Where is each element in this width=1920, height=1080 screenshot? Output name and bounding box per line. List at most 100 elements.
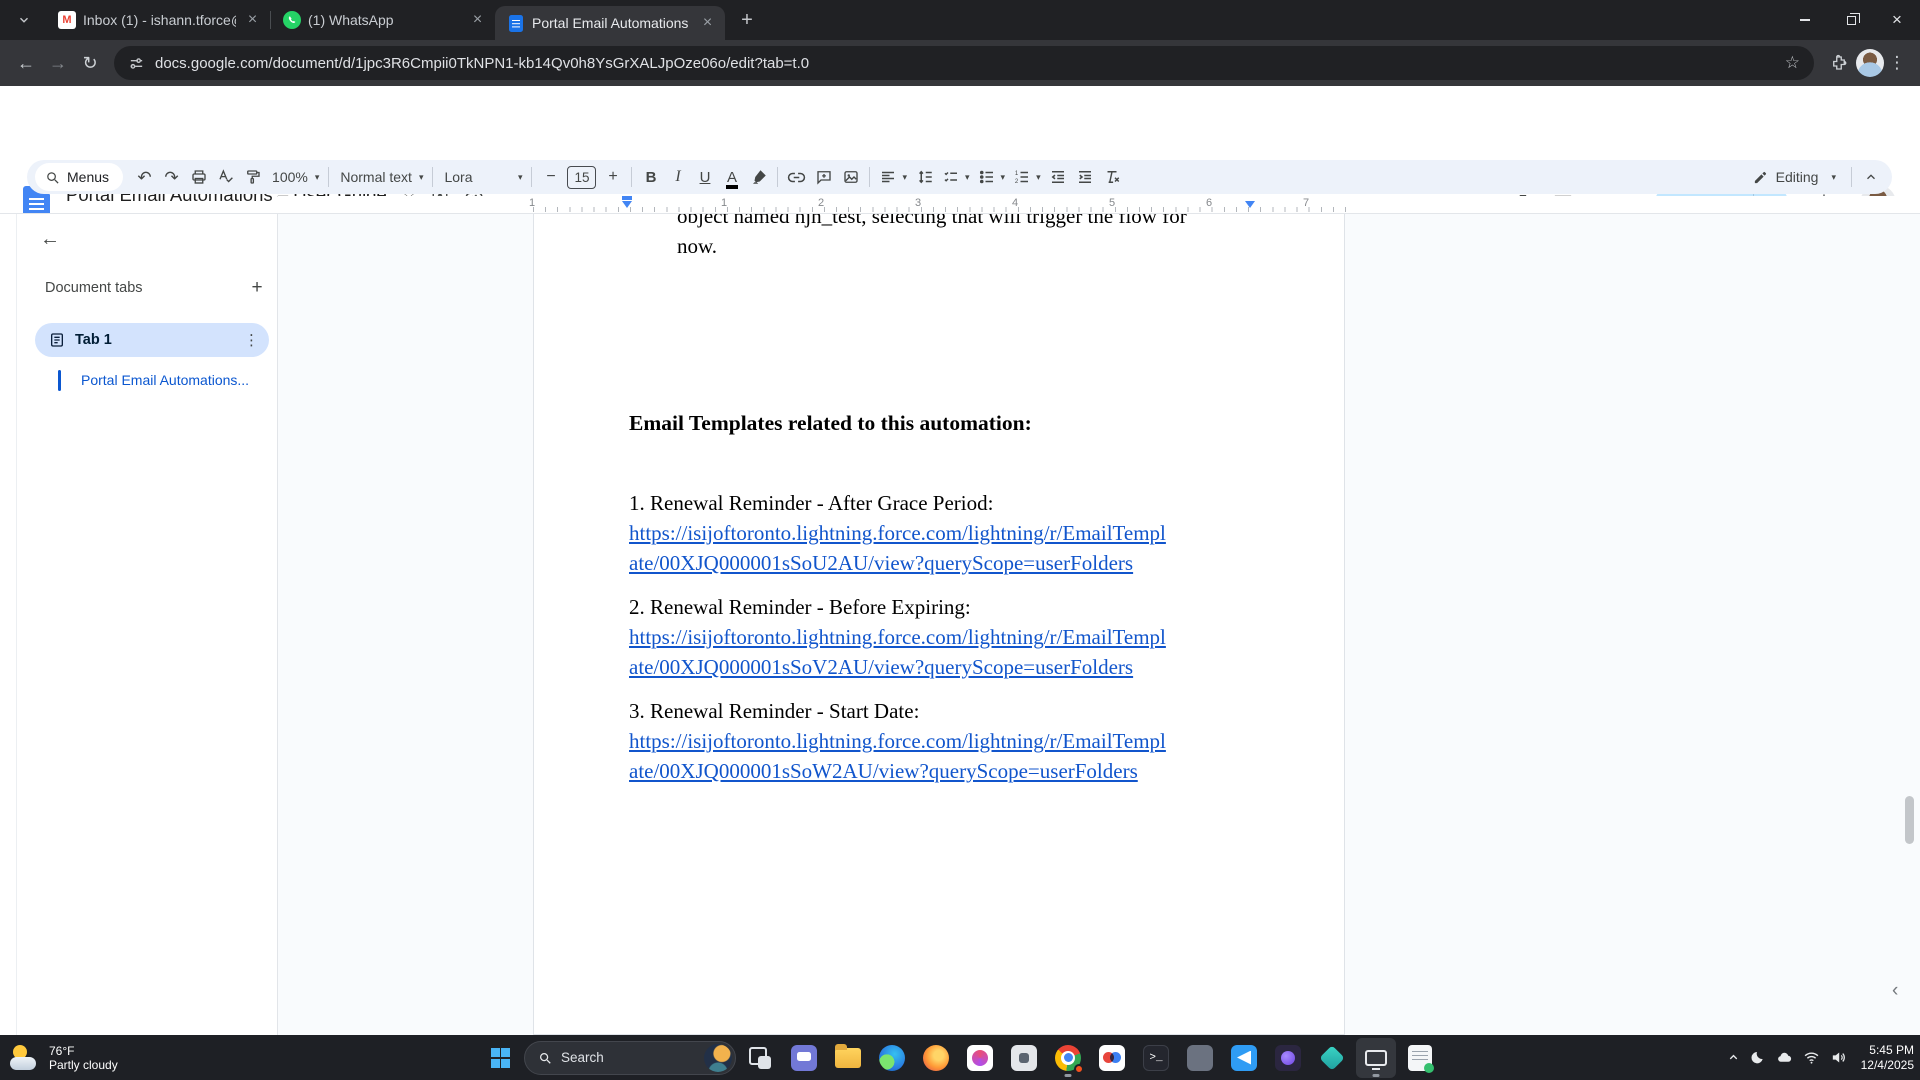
close-tab-icon[interactable]: × [243,11,262,30]
increase-font-size-button[interactable]: + [600,164,625,190]
line-spacing-button[interactable] [912,164,937,190]
teams-chat-icon[interactable] [784,1038,824,1078]
minimize-button[interactable] [1782,0,1828,40]
tray-chevron-up-icon[interactable] [1727,1051,1740,1064]
document-tabs-sidebar: ← Document tabs + Tab 1 ⋮ Portal Email A… [16,214,278,1035]
taskbar-clock[interactable]: 5:45 PM 12/4/2025 [1861,1043,1914,1073]
terminal-icon[interactable]: >_ [1136,1038,1176,1078]
underline-button[interactable]: U [692,164,717,190]
add-comment-button[interactable] [811,164,836,190]
right-indent-marker[interactable] [1245,201,1255,208]
file-explorer-icon[interactable] [828,1038,868,1078]
taskbar-search[interactable]: Search [524,1041,736,1075]
browser-profile-avatar[interactable] [1856,49,1884,77]
weather-widget[interactable]: 76°F Partly cloudy [10,1035,118,1080]
bookmark-star-icon[interactable]: ☆ [1785,53,1800,73]
edge-icon[interactable] [872,1038,912,1078]
night-mode-moon-icon[interactable] [1750,1050,1766,1066]
italic-button[interactable]: I [665,164,690,190]
extensions-puzzle-icon[interactable] [1822,46,1856,80]
increase-indent-button[interactable] [1073,164,1098,190]
toolbar-menus-search[interactable]: Menus [35,163,123,191]
template-link[interactable]: ate/00XJQ000001sSoW2AU/view?queryScope=u… [629,756,1166,786]
pink-app-icon[interactable] [960,1038,1000,1078]
teal-diamond-app-icon[interactable] [1312,1038,1352,1078]
close-window-button[interactable]: × [1874,0,1920,40]
tab-options-icon[interactable]: ⋮ [244,331,259,349]
firefox-icon[interactable] [916,1038,956,1078]
insert-link-button[interactable] [784,164,809,190]
highlight-color-button[interactable] [746,164,771,190]
left-indent-marker[interactable] [622,201,632,208]
browser-tab[interactable]: Portal Email Automations – User Guide× [495,6,725,40]
bulleted-list-button[interactable]: ▾ [975,164,1009,190]
align-button[interactable]: ▾ [876,164,910,190]
tab-search-button[interactable] [10,6,38,34]
restore-button[interactable] [1828,0,1874,40]
zoom-select[interactable]: 100% ▾ [267,164,322,190]
notepad-icon[interactable] [1400,1038,1440,1078]
address-bar[interactable]: docs.google.com/document/d/1jpc3R6Cmpii0… [114,46,1814,80]
site-settings-tune-icon[interactable] [128,55,145,72]
wifi-icon[interactable] [1803,1049,1820,1066]
insert-image-button[interactable] [838,164,863,190]
outline-heading-link[interactable]: Portal Email Automations... [81,372,249,388]
template-link[interactable]: https://isijoftoronto.lightning.force.co… [629,518,1166,548]
close-tab-icon[interactable]: × [698,14,717,33]
template-link[interactable]: ate/00XJQ000001sSoU2AU/view?queryScope=u… [629,548,1166,578]
partly-cloudy-icon [10,1045,40,1071]
task-view-icon[interactable] [740,1038,780,1078]
back-arrow-icon[interactable]: ← [37,226,63,252]
decrease-indent-button[interactable] [1046,164,1071,190]
reload-button[interactable]: ↻ [74,47,106,79]
template-link[interactable]: ate/00XJQ000001sSoV2AU/view?queryScope=u… [629,652,1166,682]
chrome-icon[interactable] [1048,1038,1088,1078]
start-button[interactable] [480,1038,520,1078]
template-link[interactable]: https://isijoftoronto.lightning.force.co… [629,726,1166,756]
scrollbar-thumb[interactable] [1905,796,1914,844]
numbered-list-button[interactable]: 12 ▾ [1010,164,1044,190]
browser-tab[interactable]: (1) WhatsApp× [271,0,495,40]
email-template-item: 1. Renewal Reminder - After Grace Period… [629,488,1166,578]
photos-app-icon[interactable] [1092,1038,1132,1078]
undo-button[interactable]: ↶ [132,164,157,190]
checklist-button[interactable]: ▾ [939,164,973,190]
add-tab-button[interactable]: + [245,276,269,300]
editing-mode-label: Editing [1776,169,1819,185]
font-size-input[interactable]: 15 [567,166,596,189]
browser-menu-icon[interactable]: ⋮ [1884,53,1910,73]
style-dropdown-icon: ▾ [419,172,424,183]
gray-app-icon[interactable] [1180,1038,1220,1078]
font-select[interactable]: Lora ▾ [439,164,525,190]
show-side-panel-icon[interactable]: ‹ [1892,980,1898,1002]
item-label: 1. Renewal Reminder - After Grace Period… [629,488,1166,518]
paint-format-button[interactable] [240,164,265,190]
hide-menus-button[interactable] [1858,164,1883,190]
light-app-icon[interactable] [1004,1038,1044,1078]
text-color-button[interactable]: A [719,164,744,190]
paragraph-style-select[interactable]: Normal text ▾ [335,164,426,190]
first-line-indent-marker[interactable] [622,196,632,200]
cloud-tray-icon[interactable] [1776,1049,1793,1066]
browser-tab[interactable]: Inbox (1) - ishann.tforce@gmail× [46,0,270,40]
spell-check-button[interactable] [213,164,238,190]
editing-mode-select[interactable]: Editing ▾ [1743,169,1846,185]
purple-app-icon[interactable] [1268,1038,1308,1078]
clear-formatting-button[interactable] [1100,164,1125,190]
close-tab-icon[interactable]: × [468,11,487,30]
search-icon [538,1051,552,1065]
bold-button[interactable]: B [638,164,663,190]
volume-icon[interactable] [1830,1049,1847,1066]
decrease-font-size-button[interactable]: − [538,164,563,190]
redo-button[interactable]: ↷ [159,164,184,190]
pencil-icon [1753,170,1768,185]
print-button[interactable] [186,164,211,190]
active-window-monitor-icon[interactable] [1356,1038,1396,1078]
sidebar-tab-1[interactable]: Tab 1 ⋮ [35,323,269,357]
vscode-icon[interactable] [1224,1038,1264,1078]
back-button[interactable]: ← [10,47,42,79]
template-link[interactable]: https://isijoftoronto.lightning.force.co… [629,622,1166,652]
new-tab-button[interactable]: + [733,6,761,34]
forward-button[interactable]: → [42,47,74,79]
document-canvas[interactable]: object named hjh_test, selecting that wi… [278,214,1920,1035]
